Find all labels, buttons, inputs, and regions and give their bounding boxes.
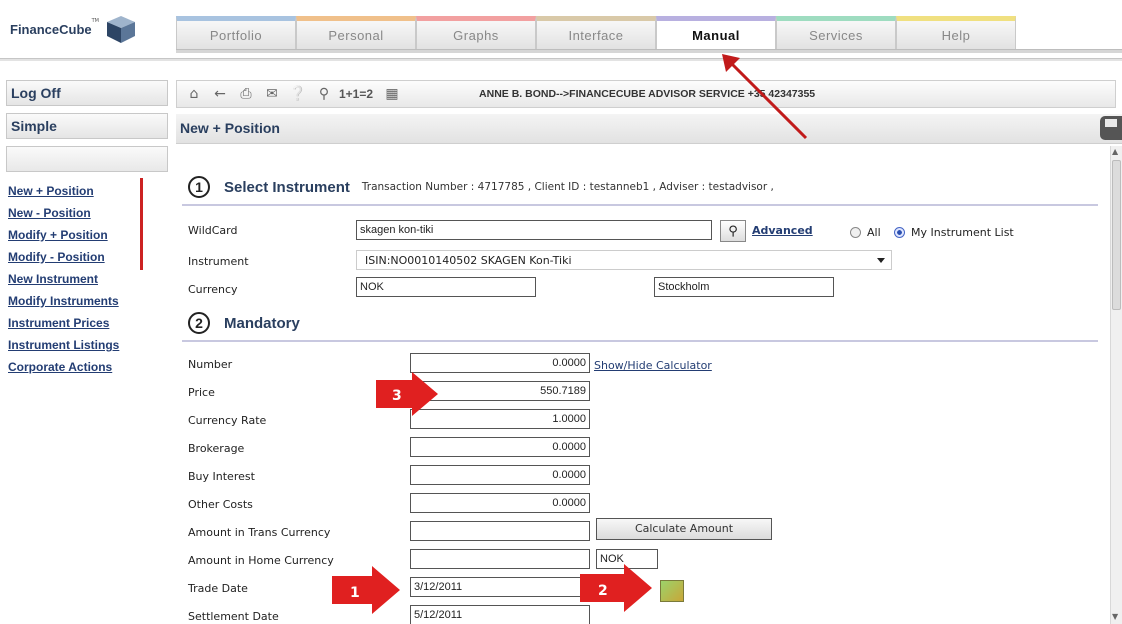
section-divider: [182, 204, 1098, 206]
page-title: New + Position: [176, 114, 1122, 144]
section-divider: [182, 340, 1098, 342]
scrollbar-thumb[interactable]: [1112, 160, 1121, 310]
radio-all[interactable]: [850, 227, 861, 238]
magnifier-icon: ⚲: [728, 223, 738, 239]
currency-field[interactable]: [356, 277, 536, 297]
currency-label: Currency: [188, 283, 238, 296]
currency-rate-label: Currency Rate: [188, 414, 267, 427]
financecube-logo[interactable]: FinanceCube TM: [10, 14, 137, 44]
sidebar-item-corporate-actions[interactable]: Corporate Actions: [8, 356, 119, 378]
sidebar-item-modify-plus-position[interactable]: Modify + Position: [8, 224, 119, 246]
section-mandatory: 2 Mandatory: [188, 312, 312, 334]
section-title: Mandatory: [224, 314, 300, 332]
buy-interest-label: Buy Interest: [188, 470, 255, 483]
radio-all-label: All: [867, 226, 881, 239]
section-number: 2: [188, 312, 210, 334]
advanced-link[interactable]: Advanced: [752, 224, 813, 237]
instrument-select[interactable]: ISIN:NO0010140502 SKAGEN Kon-Tiki: [356, 250, 892, 270]
tab-divider: [176, 49, 1122, 53]
annotation-label-3: 3: [392, 388, 402, 404]
scroll-down-icon[interactable]: ▼: [1112, 612, 1118, 621]
radio-my-instrument-list[interactable]: [894, 227, 905, 238]
sidebar-item-new-plus-position[interactable]: New + Position: [8, 180, 119, 202]
annotation-arrow-2: 2: [580, 564, 652, 612]
wildcard-label: WildCard: [188, 224, 238, 237]
chevron-down-icon: [877, 258, 885, 263]
amount-trans-input[interactable]: [410, 521, 590, 541]
logoff-button[interactable]: Log Off: [6, 80, 168, 106]
trade-date-label: Trade Date: [188, 582, 248, 595]
sidebar-item-new-minus-position[interactable]: New - Position: [8, 202, 119, 224]
back-arrow-icon[interactable]: ←: [209, 83, 231, 105]
main-tabs: Portfolio Personal Graphs Interface Manu…: [176, 16, 1016, 50]
search-button[interactable]: ⚲: [720, 220, 746, 242]
other-costs-input[interactable]: [410, 493, 590, 513]
transaction-info: Transaction Number : 4717785 , Client ID…: [361, 181, 774, 193]
toolbar: ⌂ ← ⎙ ✉ ❔ ⚲ 1+1=2 ▦ ANNE B. BOND-->FINAN…: [176, 80, 1116, 108]
simple-button[interactable]: Simple: [6, 113, 168, 139]
annotation-label-2: 2: [598, 583, 608, 599]
search-icon[interactable]: ⚲: [313, 83, 335, 105]
annotation-arrow-1: 1: [332, 566, 400, 614]
calculator-button[interactable]: 1+1=2: [339, 87, 373, 101]
calendar-icon[interactable]: [660, 580, 684, 602]
settlement-date-input[interactable]: [410, 605, 590, 624]
instrument-label: Instrument: [188, 255, 249, 268]
show-hide-calculator-link[interactable]: Show/Hide Calculator: [594, 359, 712, 372]
sidebar-item-new-instrument[interactable]: New Instrument: [8, 268, 119, 290]
brokerage-label: Brokerage: [188, 442, 245, 455]
sidebar-item-instrument-prices[interactable]: Instrument Prices: [8, 312, 119, 334]
exchange-field[interactable]: [654, 277, 834, 297]
price-label: Price: [188, 386, 215, 399]
buy-interest-input[interactable]: [410, 465, 590, 485]
calculate-amount-button[interactable]: Calculate Amount: [596, 518, 772, 540]
instrument-value: ISIN:NO0010140502 SKAGEN Kon-Tiki: [365, 254, 572, 267]
section-title: Select Instrument: [224, 178, 350, 196]
tab-portfolio[interactable]: Portfolio: [176, 16, 296, 50]
sidebar-item-instrument-listings[interactable]: Instrument Listings: [8, 334, 119, 356]
trade-date-input[interactable]: [410, 577, 590, 597]
section-number: 1: [188, 176, 210, 198]
tab-personal[interactable]: Personal: [296, 16, 416, 50]
tab-graphs[interactable]: Graphs: [416, 16, 536, 50]
scroll-up-icon[interactable]: ▲: [1112, 147, 1118, 156]
logo-tm: TM: [91, 18, 99, 24]
other-costs-label: Other Costs: [188, 498, 253, 511]
tab-services[interactable]: Services: [776, 16, 896, 50]
sidebar-item-modify-instruments[interactable]: Modify Instruments: [8, 290, 119, 312]
tab-interface[interactable]: Interface: [536, 16, 656, 50]
sidebar-blank-bar: [6, 146, 168, 172]
amount-home-label: Amount in Home Currency: [188, 554, 334, 567]
help-icon[interactable]: ❔: [287, 83, 309, 105]
header-divider: [0, 58, 1122, 61]
mail-icon[interactable]: ✉: [261, 83, 283, 105]
cube-icon: [107, 16, 135, 43]
wildcard-input[interactable]: [356, 220, 712, 240]
filter-icon[interactable]: ▦: [381, 83, 403, 105]
annotation-vertical-mark: [140, 178, 143, 270]
radio-my-list-label: My Instrument List: [911, 226, 1014, 239]
annotation-label-1: 1: [350, 585, 360, 601]
logo-text: FinanceCube: [10, 21, 92, 37]
tab-help[interactable]: Help: [896, 16, 1016, 50]
home-icon[interactable]: ⌂: [183, 83, 205, 105]
sidebar-menu: New + Position New - Position Modify + P…: [8, 180, 119, 378]
brokerage-input[interactable]: [410, 437, 590, 457]
amount-trans-label: Amount in Trans Currency: [188, 526, 331, 539]
section-select-instrument: 1 Select Instrument Transaction Number :…: [188, 176, 774, 198]
tab-manual[interactable]: Manual: [656, 16, 776, 50]
annotation-arrow-manual: [722, 54, 808, 140]
settlement-date-label: Settlement Date: [188, 610, 279, 623]
save-icon[interactable]: [1100, 116, 1122, 140]
annotation-arrow-3: 3: [376, 372, 438, 416]
sidebar-item-modify-minus-position[interactable]: Modify - Position: [8, 246, 119, 268]
number-input[interactable]: [410, 353, 590, 373]
amount-home-input[interactable]: [410, 549, 590, 569]
print-icon[interactable]: ⎙: [235, 83, 257, 105]
number-label: Number: [188, 358, 233, 371]
